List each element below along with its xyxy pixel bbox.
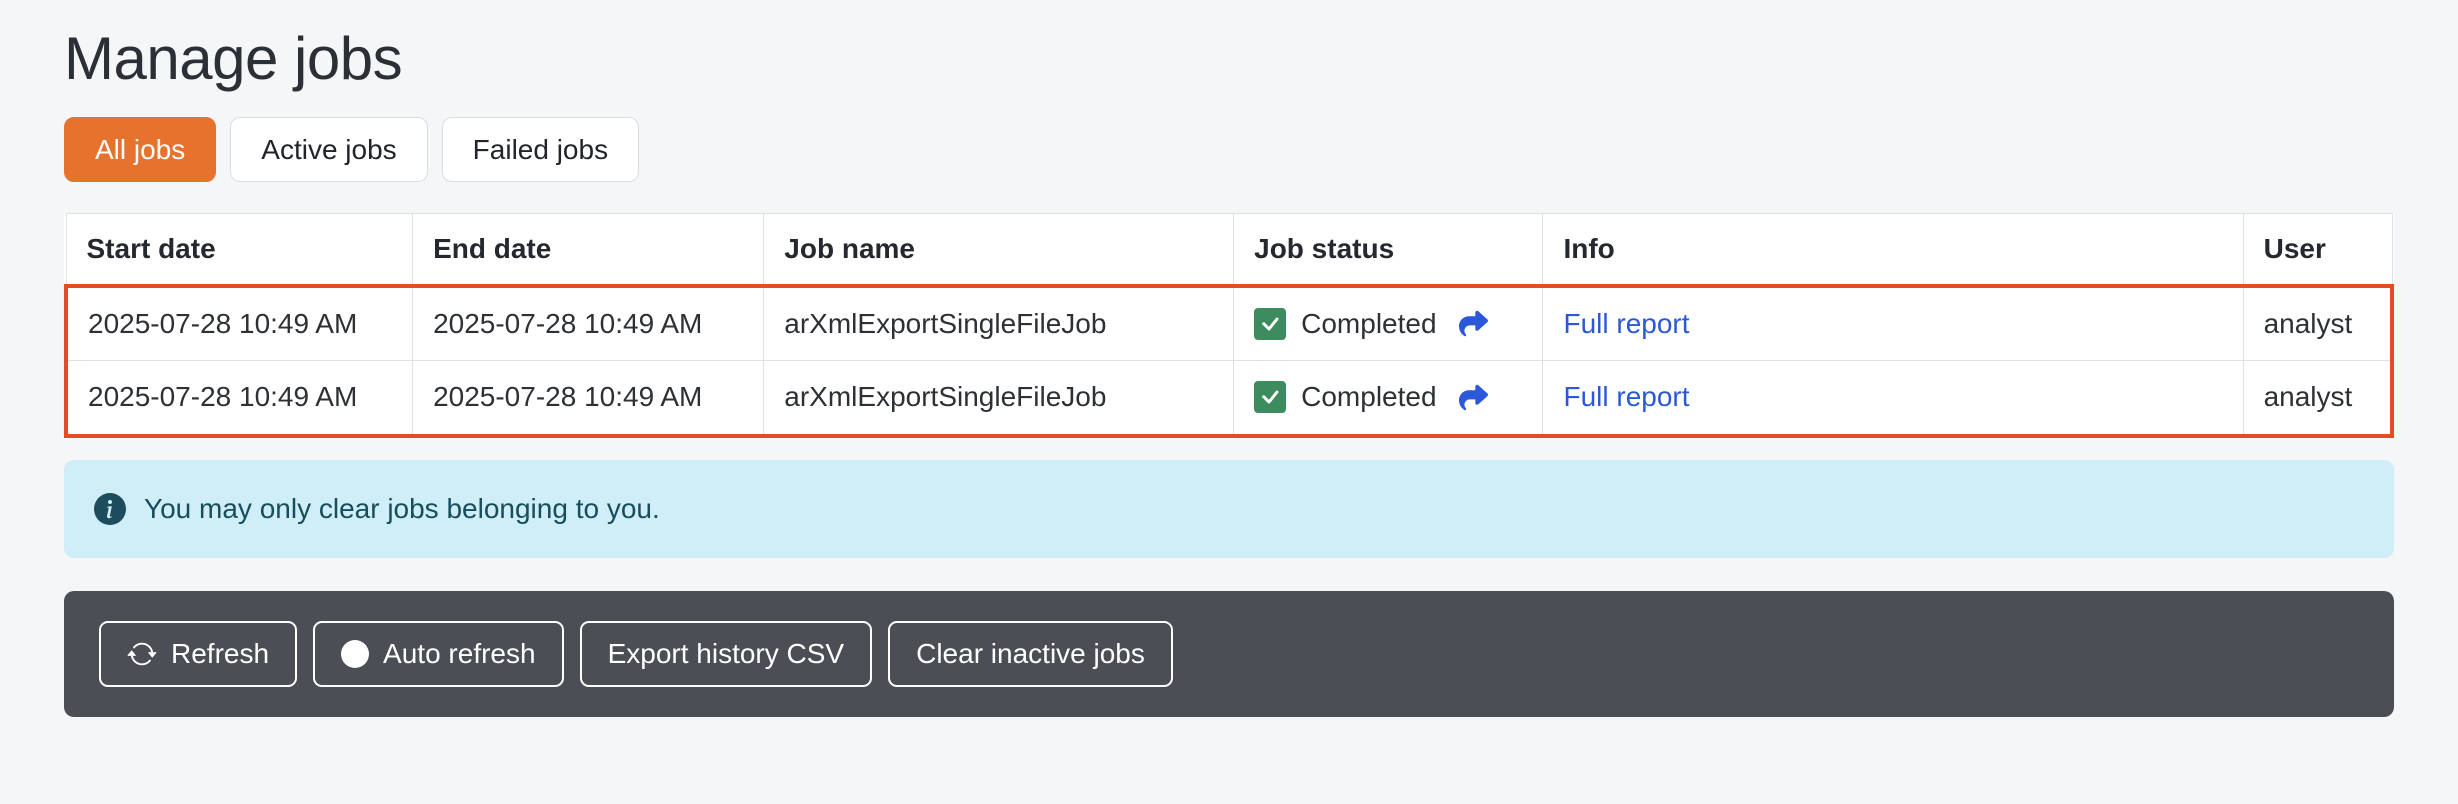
start-date-cell: 2025-07-28 10:49 AM (66, 361, 413, 436)
job-name-cell: arXmlExportSingleFileJob (764, 286, 1234, 361)
export-history-csv-label: Export history CSV (608, 638, 845, 670)
end-date-cell: 2025-07-28 10:49 AM (413, 286, 764, 361)
refresh-arrows-icon (127, 639, 157, 669)
column-header-job-status: Job status (1234, 214, 1543, 286)
status-label: Completed (1301, 381, 1436, 413)
status-label: Completed (1301, 308, 1436, 340)
column-header-user: User (2243, 214, 2392, 286)
share-forward-icon[interactable] (1457, 383, 1490, 412)
job-filter-group: All jobs Active jobs Failed jobs (64, 117, 2394, 182)
filter-failed-jobs-button[interactable]: Failed jobs (442, 117, 639, 182)
manage-jobs-page: Manage jobs All jobs Active jobs Failed … (0, 26, 2458, 717)
share-forward-icon[interactable] (1457, 309, 1490, 338)
checkbox-checked-icon (1254, 308, 1286, 340)
clear-inactive-jobs-label: Clear inactive jobs (916, 638, 1145, 670)
jobs-toolbar: Refresh Auto refresh Export history CSV … (64, 591, 2394, 717)
auto-refresh-button-label: Auto refresh (383, 638, 536, 670)
user-cell: analyst (2243, 361, 2392, 436)
info-alert: You may only clear jobs belonging to you… (64, 460, 2394, 558)
info-cell: Full report (1543, 361, 2243, 436)
job-status-cell: Completed (1234, 286, 1543, 361)
alert-text: You may only clear jobs belonging to you… (144, 493, 660, 525)
filter-all-jobs-button[interactable]: All jobs (64, 117, 216, 182)
filled-circle-icon (341, 640, 369, 668)
column-header-job-name: Job name (764, 214, 1234, 286)
job-status-cell: Completed (1234, 361, 1543, 436)
page-title: Manage jobs (64, 26, 2394, 92)
full-report-link[interactable]: Full report (1563, 308, 1689, 339)
info-cell: Full report (1543, 286, 2243, 361)
table-row: 2025-07-28 10:49 AM 2025-07-28 10:49 AM … (66, 361, 2392, 436)
info-circle-icon (94, 493, 126, 525)
refresh-button[interactable]: Refresh (99, 621, 297, 687)
table-row: 2025-07-28 10:49 AM 2025-07-28 10:49 AM … (66, 286, 2392, 361)
end-date-cell: 2025-07-28 10:49 AM (413, 361, 764, 436)
column-header-start-date: Start date (66, 214, 413, 286)
job-name-cell: arXmlExportSingleFileJob (764, 361, 1234, 436)
column-header-info: Info (1543, 214, 2243, 286)
column-header-end-date: End date (413, 214, 764, 286)
export-history-csv-button[interactable]: Export history CSV (580, 621, 873, 687)
jobs-table: Start date End date Job name Job status … (64, 213, 2394, 438)
table-header-row: Start date End date Job name Job status … (66, 214, 2392, 286)
clear-inactive-jobs-button[interactable]: Clear inactive jobs (888, 621, 1173, 687)
full-report-link[interactable]: Full report (1563, 381, 1689, 412)
checkbox-checked-icon (1254, 381, 1286, 413)
highlighted-job-rows: 2025-07-28 10:49 AM 2025-07-28 10:49 AM … (66, 286, 2392, 436)
filter-active-jobs-button[interactable]: Active jobs (230, 117, 427, 182)
refresh-button-label: Refresh (171, 638, 269, 670)
start-date-cell: 2025-07-28 10:49 AM (66, 286, 413, 361)
user-cell: analyst (2243, 286, 2392, 361)
auto-refresh-button[interactable]: Auto refresh (313, 621, 564, 687)
